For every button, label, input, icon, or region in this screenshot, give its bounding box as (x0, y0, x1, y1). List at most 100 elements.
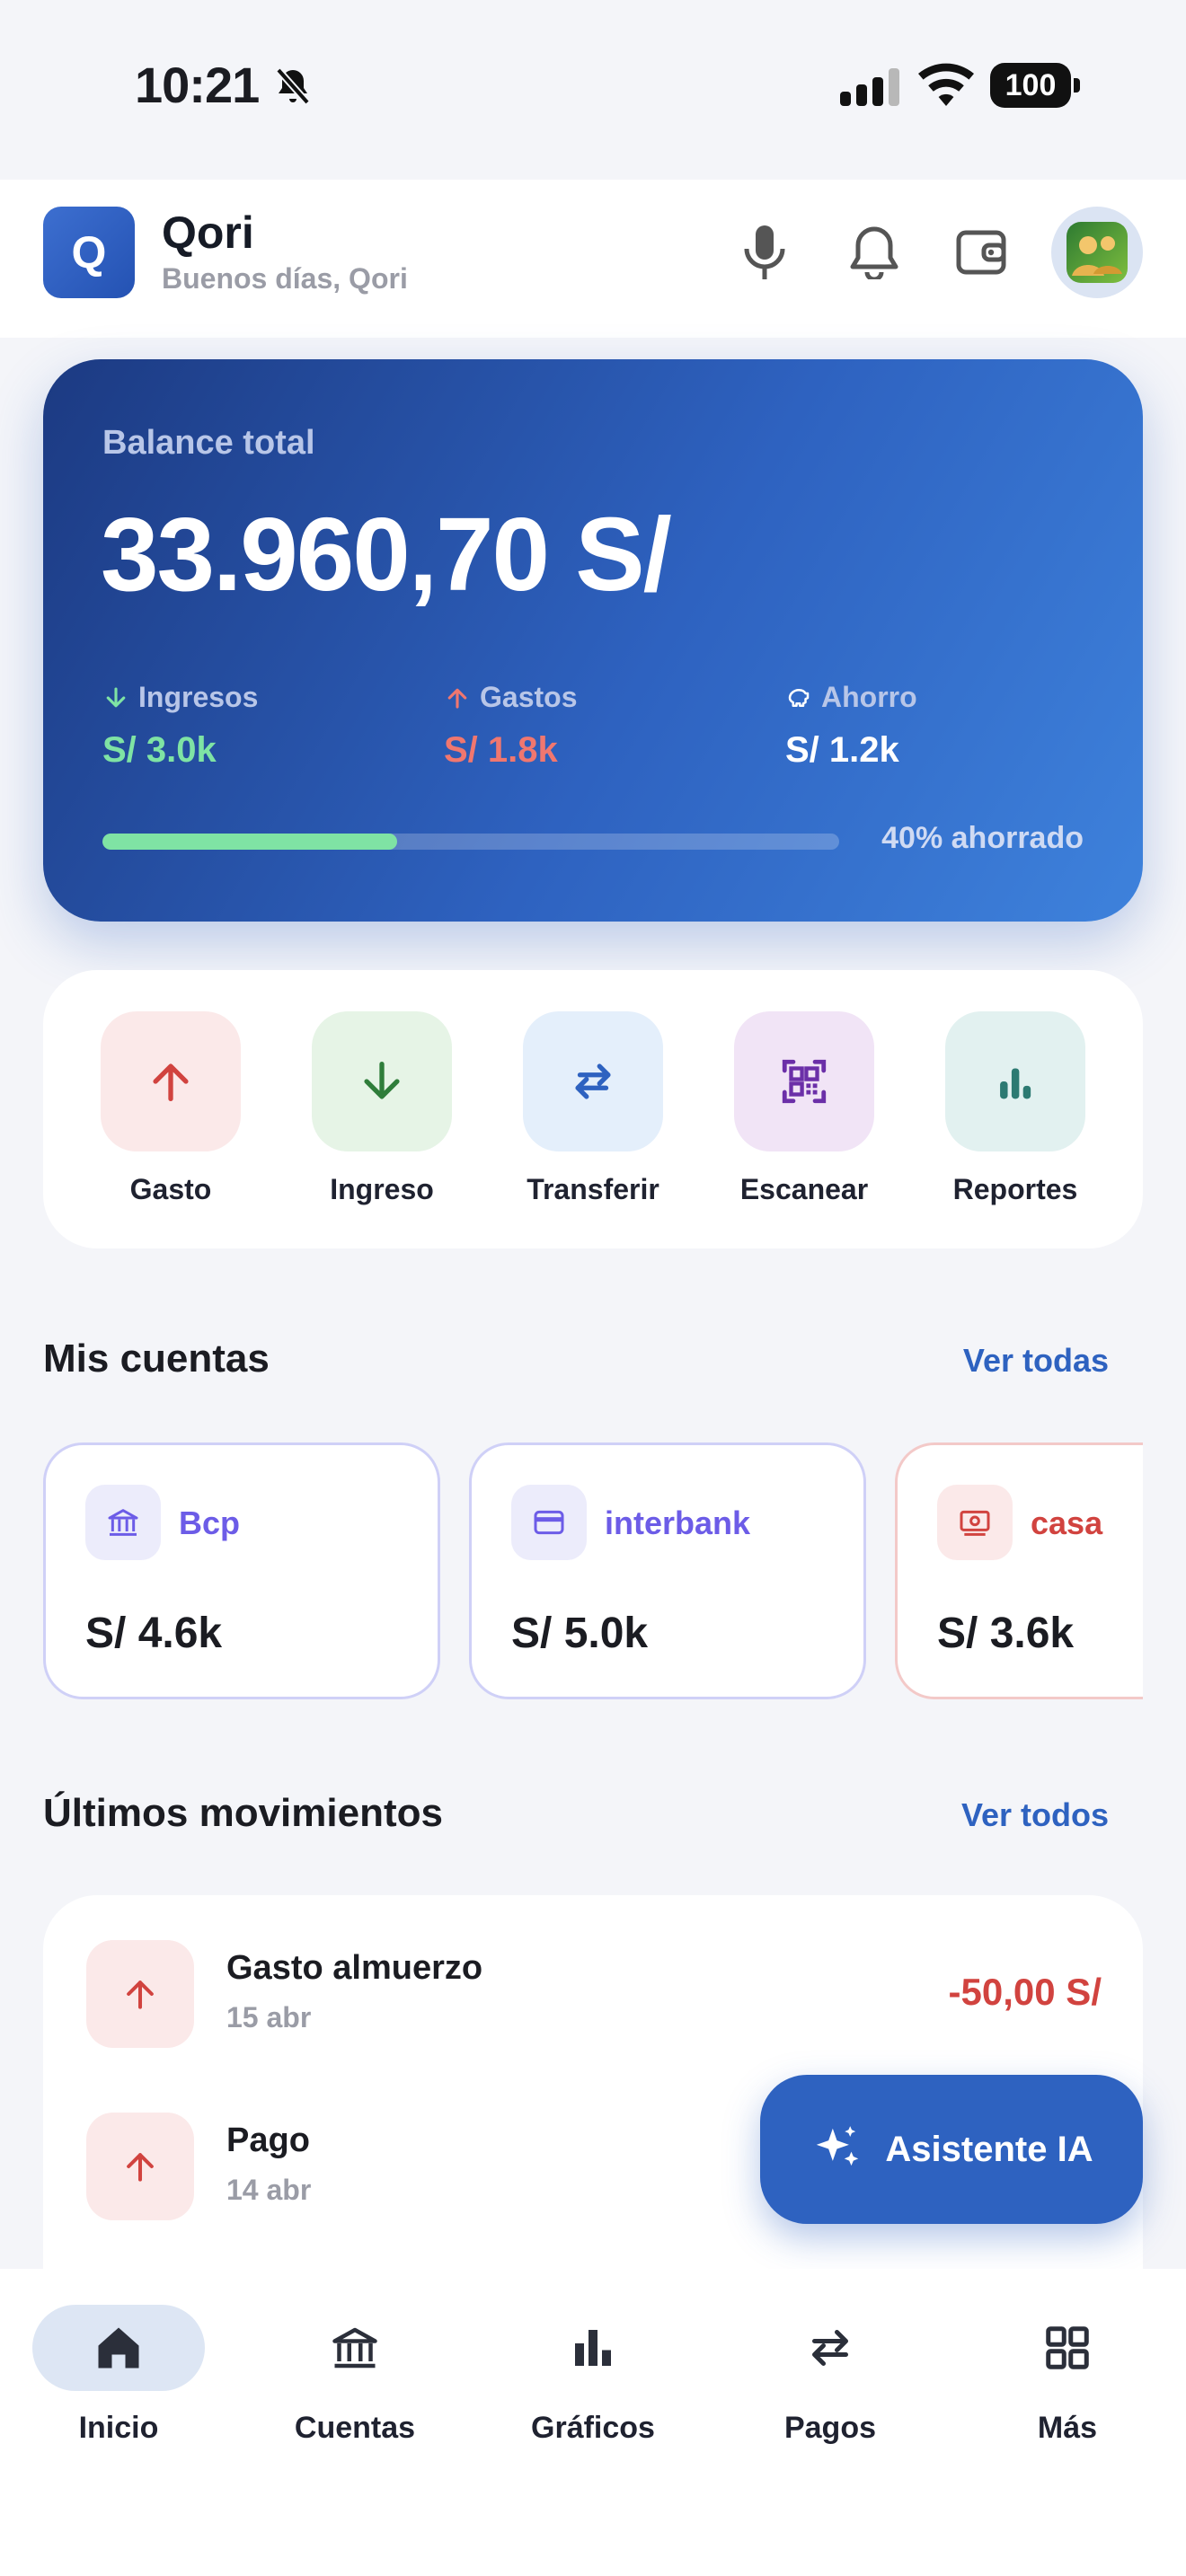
card-icon (534, 1510, 564, 1535)
arrow-down-icon (106, 686, 126, 707)
list-item[interactable]: Gasto almuerzo 15 abr -50,00 S/ (86, 1940, 1102, 2048)
action-transferir[interactable]: Transferir (521, 1011, 665, 1206)
income-value: S/ 3.0k (102, 730, 217, 770)
nav-pill (981, 2305, 1154, 2391)
action-escanear[interactable]: Escanear (732, 1011, 876, 1206)
app-logo: Q (43, 207, 135, 298)
account-icon-bg (511, 1485, 587, 1560)
nav-active-pill (32, 2305, 205, 2391)
expense-label: Gastos (480, 681, 578, 713)
nav-label: Inicio (78, 2411, 159, 2445)
nav-label: Pagos (783, 2411, 877, 2445)
action-reportes-icon-bg (945, 1011, 1085, 1151)
savings-progress-label: 40% ahorrado (881, 821, 1084, 855)
wallet-icon[interactable] (951, 221, 1013, 284)
nav-pill (269, 2305, 441, 2391)
avatar[interactable] (1051, 207, 1143, 298)
balance-amount: 33.960,70 S/ (101, 496, 672, 613)
action-escanear-icon-bg (734, 1011, 874, 1151)
nav-item-pagos[interactable]: Pagos (740, 2305, 920, 2446)
movement-icon-bg (86, 1940, 194, 2048)
bar-chart-icon (1000, 1068, 1031, 1099)
accounts-carousel[interactable]: Bcp S/ 4.6k interbank S/ 5.0k casa S/ 3.… (43, 1442, 1143, 1703)
bank-icon (108, 1509, 138, 1536)
arrow-up-icon (127, 2153, 154, 2182)
transfer-icon (575, 1063, 611, 1099)
arrow-up-icon (127, 1981, 154, 2009)
microphone-icon[interactable] (733, 221, 796, 284)
account-name: interbank (605, 1504, 751, 1541)
app-header: Q Qori Buenos días, Qori (0, 180, 1186, 338)
action-label: Gasto (129, 1173, 212, 1205)
sparkles-icon (817, 2126, 859, 2166)
nav-label: Gráficos (531, 2411, 655, 2445)
cellular-signal-icon (840, 68, 899, 106)
grid-icon (1046, 2326, 1089, 2369)
movement-amount: -50,00 S/ (948, 1971, 1102, 2013)
expense-value: S/ 1.8k (444, 730, 558, 770)
quick-actions: Gasto Ingreso Transferir Escanear Report… (43, 970, 1143, 1248)
nav-label: Más (1037, 2411, 1098, 2445)
savings-progress-fill (102, 834, 397, 850)
ai-assistant-button[interactable]: Asistente IA (760, 2075, 1143, 2224)
account-card-interbank[interactable]: interbank S/ 5.0k (469, 1442, 866, 1699)
account-card-bcp[interactable]: Bcp S/ 4.6k (43, 1442, 440, 1699)
battery-indicator: 100 (990, 63, 1080, 108)
ai-assistant-label: Asistente IA (885, 2129, 1093, 2169)
movement-icon-bg (86, 2113, 194, 2220)
bank-icon (332, 2327, 377, 2369)
movements-section-title: Últimos movimientos (43, 1791, 443, 1835)
accounts-section-title: Mis cuentas (43, 1337, 270, 1381)
nav-item-cuentas[interactable]: Cuentas (265, 2305, 445, 2446)
action-gasto[interactable]: Gasto (99, 1011, 243, 1206)
nav-pill (744, 2305, 916, 2391)
nav-item-mas[interactable]: Más (978, 2305, 1157, 2446)
balance-card[interactable]: Balance total 33.960,70 S/ Ingresos S/ 3… (43, 359, 1143, 922)
qr-scan-icon (782, 1059, 827, 1104)
account-icon-bg (937, 1485, 1013, 1560)
action-label: Ingreso (330, 1173, 434, 1205)
nav-item-inicio[interactable]: Inicio (29, 2305, 208, 2446)
view-all-accounts-link[interactable]: Ver todas (963, 1342, 1109, 1380)
movement-date: 15 abr (226, 2001, 312, 2033)
action-transferir-icon-bg (523, 1011, 663, 1151)
greeting-text: Buenos días, Qori (162, 262, 408, 295)
piggy-bank-icon (788, 688, 810, 707)
app-title: Qori (162, 207, 254, 258)
bell-off-icon (276, 67, 310, 105)
avatar-image (1067, 222, 1128, 283)
arrow-down-icon (364, 1062, 400, 1099)
nav-item-graficos[interactable]: Gráficos (503, 2305, 683, 2446)
bottom-navigation: Inicio Cuentas Gráficos Pagos Más (0, 2269, 1186, 2576)
arrow-up-icon (447, 688, 467, 709)
battery-level: 100 (990, 63, 1071, 108)
cash-icon (960, 1510, 990, 1536)
home-icon (98, 2327, 139, 2369)
account-card-casa[interactable]: casa S/ 3.6k (895, 1442, 1143, 1699)
view-all-movements-link[interactable]: Ver todos (961, 1796, 1109, 1834)
wifi-icon (918, 63, 974, 106)
expense-stat: Gastos S/ 1.8k (444, 681, 577, 771)
nav-label: Cuentas (294, 2411, 416, 2445)
savings-label: Ahorro (821, 681, 917, 713)
account-name: casa (1031, 1504, 1103, 1541)
action-reportes[interactable]: Reportes (943, 1011, 1087, 1206)
action-label: Escanear (739, 1173, 869, 1205)
income-stat: Ingresos S/ 3.0k (102, 681, 258, 771)
bell-icon[interactable] (843, 221, 906, 284)
status-bar: 10:21 100 (0, 0, 1186, 180)
battery-cap (1074, 78, 1080, 93)
action-ingreso-icon-bg (312, 1011, 452, 1151)
account-name: Bcp (179, 1504, 241, 1541)
savings-value: S/ 1.2k (785, 730, 899, 770)
balance-label: Balance total (102, 424, 315, 462)
action-label: Transferir (527, 1173, 659, 1205)
status-time: 10:21 (135, 57, 260, 113)
account-balance: S/ 5.0k (511, 1610, 649, 1657)
action-ingreso[interactable]: Ingreso (310, 1011, 454, 1206)
account-icon-bg (85, 1485, 161, 1560)
bar-chart-icon (575, 2330, 611, 2366)
account-balance: S/ 4.6k (85, 1610, 223, 1657)
movement-title: Gasto almuerzo (226, 1949, 483, 1987)
movement-date: 14 abr (226, 2174, 312, 2206)
